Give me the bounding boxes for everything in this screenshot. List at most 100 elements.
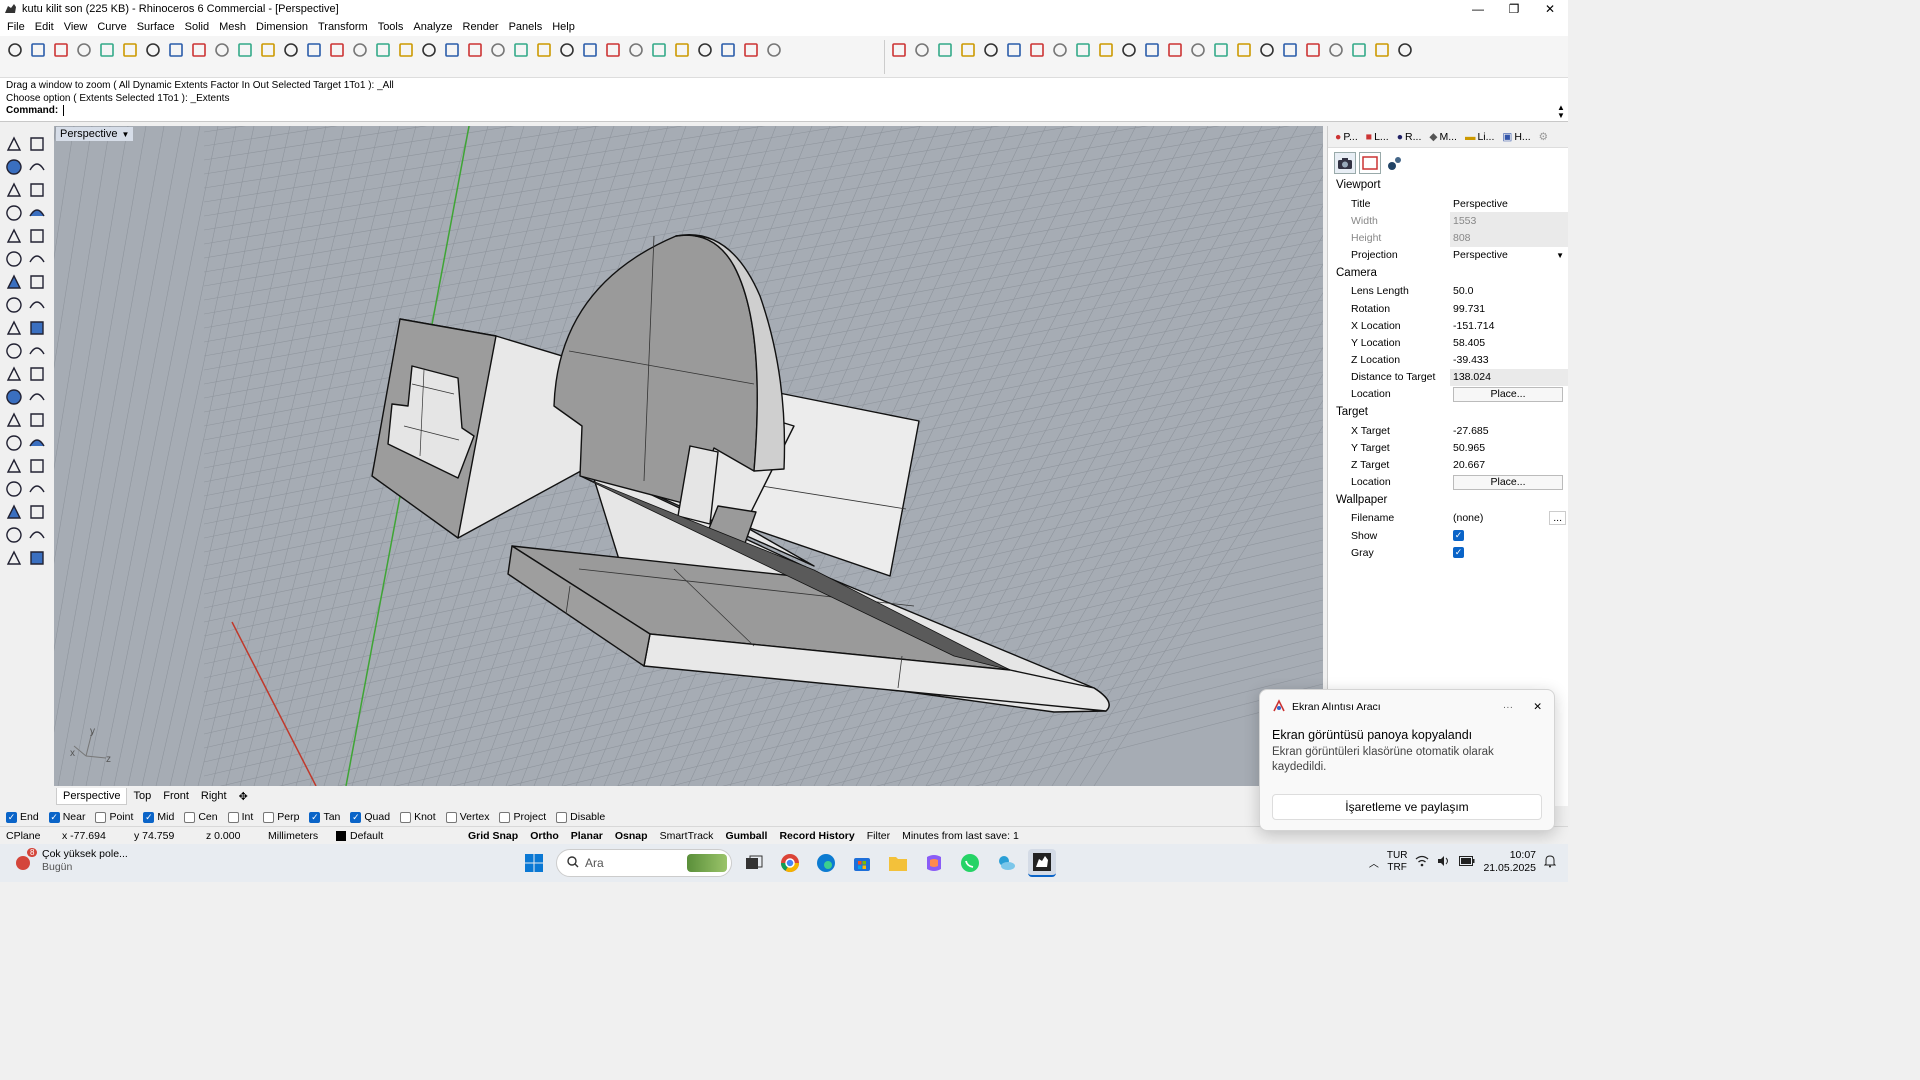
language-indicator[interactable]: TUR TRF: [1387, 850, 1408, 874]
menu-render[interactable]: Render: [458, 21, 504, 33]
extrude-icon[interactable]: [2, 477, 25, 500]
osnap-end[interactable]: ✓ End: [6, 811, 39, 823]
menu-solid[interactable]: Solid: [180, 21, 214, 33]
x-target-field[interactable]: -27.685: [1450, 422, 1568, 439]
x-location-field[interactable]: -151.714: [1450, 317, 1568, 334]
add-viewport-tab-icon[interactable]: ✥: [233, 788, 254, 805]
print-icon[interactable]: [73, 39, 95, 61]
close-icon[interactable]: ✕: [1533, 701, 1542, 713]
lens-length-field[interactable]: 50.0: [1450, 283, 1568, 300]
osnap-quad[interactable]: ✓ Quad: [350, 811, 390, 823]
points-icon[interactable]: [464, 39, 486, 61]
move-tool-icon[interactable]: [25, 431, 48, 454]
whatsapp-icon[interactable]: [956, 849, 984, 877]
zoom-icon[interactable]: [257, 39, 279, 61]
surface-icon[interactable]: [2, 247, 25, 270]
osnap-vertex[interactable]: Vertex: [445, 811, 489, 823]
polygon-icon[interactable]: [2, 201, 25, 224]
zoom-all-icon[interactable]: [349, 39, 371, 61]
car-icon[interactable]: [395, 39, 417, 61]
taper-icon[interactable]: [25, 454, 48, 477]
mirror-icon[interactable]: [1072, 39, 1094, 61]
copy-icon[interactable]: [142, 39, 164, 61]
explode-icon[interactable]: [25, 316, 48, 339]
rectangle-icon[interactable]: [25, 201, 48, 224]
light-icon[interactable]: [487, 39, 509, 61]
analyze-icon[interactable]: [2, 523, 25, 546]
perspective-viewport[interactable]: y z x Perspective ▼: [54, 126, 1323, 786]
snipping-tool-notification[interactable]: Ekran Alıntısı Aracı ··· ✕ Ekran görüntü…: [1259, 689, 1555, 831]
checkbox[interactable]: [400, 811, 412, 823]
planar-toggle[interactable]: Planar: [565, 830, 609, 842]
tab-layers[interactable]: ■ L...: [1363, 131, 1392, 143]
sphere-points-icon[interactable]: [957, 39, 979, 61]
help-icon[interactable]: [763, 39, 785, 61]
spotlight-icon[interactable]: [671, 39, 693, 61]
gumball-icon[interactable]: [1233, 39, 1255, 61]
pointer-icon[interactable]: [1118, 39, 1140, 61]
cplane-icon[interactable]: [441, 39, 463, 61]
chevron-up-icon[interactable]: ︿: [1369, 855, 1379, 870]
plane-icon[interactable]: [25, 293, 48, 316]
osnap-near[interactable]: ✓ Near: [48, 811, 85, 823]
current-layer[interactable]: Default: [330, 830, 462, 842]
tab-render[interactable]: ● R...: [1394, 131, 1425, 143]
rendered-sphere-icon[interactable]: [625, 39, 647, 61]
checkbox[interactable]: [499, 811, 511, 823]
command-scroll-arrows[interactable]: ▲ ▼: [1556, 104, 1566, 120]
checkbox[interactable]: [445, 811, 457, 823]
title-field[interactable]: Perspective: [1450, 195, 1568, 212]
tab-help[interactable]: ▣ H...: [1499, 131, 1533, 143]
rhino-taskbar-icon[interactable]: [1028, 849, 1056, 877]
cylinder-icon[interactable]: [2, 293, 25, 316]
checkbox[interactable]: [95, 811, 107, 823]
browse-button[interactable]: ...: [1549, 511, 1566, 526]
array-tool-icon[interactable]: [2, 431, 25, 454]
tab-libraries[interactable]: ▬ Li...: [1462, 131, 1497, 143]
control-points-icon[interactable]: [934, 39, 956, 61]
minimize-button[interactable]: —: [1460, 0, 1496, 18]
windows-start-icon[interactable]: [520, 849, 548, 877]
curve-points-icon[interactable]: [980, 39, 1002, 61]
menu-panels[interactable]: Panels: [504, 21, 548, 33]
menu-curve[interactable]: Curve: [92, 21, 131, 33]
select-arrow-icon[interactable]: [2, 132, 25, 155]
osnap-knot[interactable]: Knot: [400, 811, 436, 823]
scale-icon[interactable]: [1279, 39, 1301, 61]
cut-icon[interactable]: [119, 39, 141, 61]
z-target-field[interactable]: 20.667: [1450, 456, 1568, 473]
globe-icon[interactable]: [740, 39, 762, 61]
paste-icon[interactable]: [165, 39, 187, 61]
lock-icon[interactable]: [510, 39, 532, 61]
tab-materials[interactable]: ◆ M...: [1426, 131, 1460, 143]
checkbox[interactable]: ✓: [143, 811, 155, 823]
menu-surface[interactable]: Surface: [132, 21, 180, 33]
warning-icon[interactable]: [25, 546, 48, 569]
toolbox-icon[interactable]: [1210, 39, 1232, 61]
pan-icon[interactable]: [211, 39, 233, 61]
color-wheel-icon[interactable]: [556, 39, 578, 61]
fillet-curve-icon[interactable]: [25, 224, 48, 247]
render-sphere-icon[interactable]: [579, 39, 601, 61]
menu-analyze[interactable]: Analyze: [408, 21, 457, 33]
close-button[interactable]: ✕: [1532, 0, 1568, 18]
osnap-cen[interactable]: Cen: [184, 811, 218, 823]
tab-right[interactable]: Right: [195, 788, 233, 804]
more-options-icon[interactable]: ···: [1503, 701, 1514, 713]
copilot-icon[interactable]: [920, 849, 948, 877]
osnap-mid[interactable]: ✓ Mid: [143, 811, 174, 823]
checkbox[interactable]: [227, 811, 239, 823]
y-target-field[interactable]: 50.965: [1450, 439, 1568, 456]
twist-icon[interactable]: [1348, 39, 1370, 61]
new-icon[interactable]: [4, 39, 26, 61]
wifi-icon[interactable]: [1415, 855, 1429, 870]
osnap-perp[interactable]: Perp: [263, 811, 299, 823]
four-viewports-icon[interactable]: [372, 39, 394, 61]
markup-and-share-button[interactable]: İşaretleme ve paylaşım: [1272, 794, 1542, 820]
menu-tools[interactable]: Tools: [373, 21, 409, 33]
save-icon[interactable]: [50, 39, 72, 61]
maximize-button[interactable]: ❐: [1496, 0, 1532, 18]
arc-icon[interactable]: [25, 178, 48, 201]
trim-icon[interactable]: [2, 339, 25, 362]
show-checkbox[interactable]: ✓: [1453, 530, 1464, 542]
